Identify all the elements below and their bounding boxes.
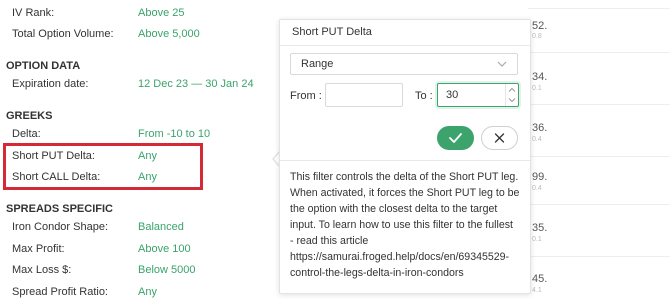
apply-button[interactable] [437, 126, 474, 150]
table-cell-subvalue: 0.4 [532, 185, 542, 192]
description-line: the option with the closest delta to the… [290, 203, 498, 215]
table-cell-value: 36. [532, 122, 548, 134]
to-label: To : [415, 90, 433, 102]
article-link[interactable]: https://samurai.froged.help/docs/en/6934… [290, 249, 524, 265]
popover-title: Short PUT Delta [292, 26, 372, 38]
row-divider [528, 8, 670, 9]
mode-select[interactable]: Range [290, 53, 518, 75]
filter-description: This filter controls the delta of the Sh… [290, 169, 524, 281]
filter-label: Expiration date: [12, 78, 89, 90]
filter-label: Total Option Volume: [12, 28, 114, 40]
filter-value[interactable]: From -10 to 10 [138, 126, 210, 142]
filter-value[interactable]: Balanced [138, 219, 184, 235]
background-results-table: 52. 0.8 34. 0.1 36. 0.4 99. 0.4 35. 0.1 … [528, 0, 670, 305]
table-cell-value: 52. [532, 20, 548, 32]
filter-label: IV Rank: [12, 7, 55, 19]
table-cell-value: 99. [532, 171, 548, 183]
article-link[interactable]: control-the-legs-delta-in-iron-condors [290, 265, 524, 281]
short-put-delta-popover: Short PUT Delta Range From : To : 30 Thi… [279, 19, 531, 294]
filter-label: Delta: [12, 128, 41, 140]
table-cell-value: 45. [532, 273, 548, 285]
filter-value[interactable]: 12 Dec 23 — 30 Jan 24 [138, 76, 254, 92]
section-heading-spreads-specific: SPREADS SPECIFIC [6, 203, 113, 215]
number-stepper[interactable] [505, 84, 518, 106]
table-cell-subvalue: 0.4 [532, 136, 542, 143]
table-cell-subvalue: 0.1 [532, 236, 542, 243]
description-line: This filter controls the delta of the Sh… [290, 171, 519, 183]
filter-value[interactable]: Above 25 [138, 5, 184, 21]
from-input[interactable] [325, 83, 403, 107]
description-line: When activated, it forces the Short PUT … [290, 187, 520, 199]
filter-label: Iron Condor Shape: [12, 221, 109, 233]
table-cell-value: 35. [532, 222, 548, 234]
table-cell-subvalue: 0.1 [532, 85, 542, 92]
highlight-annotation [3, 143, 203, 190]
to-input[interactable]: 30 [437, 83, 519, 107]
table-cell-subvalue: 0.8 [532, 33, 542, 40]
filter-value[interactable]: Below 5000 [138, 262, 196, 278]
divider [280, 160, 530, 161]
filter-label: Max Profit: [12, 243, 65, 255]
filter-label: Max Loss $: [12, 264, 72, 276]
description-line: input. To learn how to use this filter t… [290, 219, 513, 231]
chevron-up-icon[interactable] [508, 86, 516, 94]
filter-value[interactable]: Any [138, 284, 157, 300]
divider [280, 45, 530, 46]
close-icon [494, 133, 505, 143]
table-cell-value: 34. [532, 71, 548, 83]
row-divider [528, 256, 670, 257]
from-label: From : [290, 90, 322, 102]
filter-value[interactable]: Above 100 [138, 241, 191, 257]
row-divider [528, 156, 670, 157]
to-input-value: 30 [446, 89, 459, 101]
chevron-down-icon[interactable] [508, 96, 516, 104]
row-divider [528, 204, 670, 205]
checkmark-icon [449, 133, 462, 143]
filter-value[interactable]: Above 5,000 [138, 26, 200, 42]
row-divider [528, 52, 670, 53]
description-line: - read this article [290, 235, 369, 247]
mode-select-value: Range [301, 58, 334, 70]
section-heading-greeks: GREEKS [6, 110, 53, 122]
table-cell-subvalue: 4.1 [532, 287, 542, 294]
cancel-button[interactable] [481, 126, 518, 150]
filter-label: Spread Profit Ratio: [12, 286, 108, 298]
chevron-down-icon [497, 61, 507, 67]
section-heading-option-data: OPTION DATA [6, 60, 81, 72]
row-divider [528, 104, 670, 105]
